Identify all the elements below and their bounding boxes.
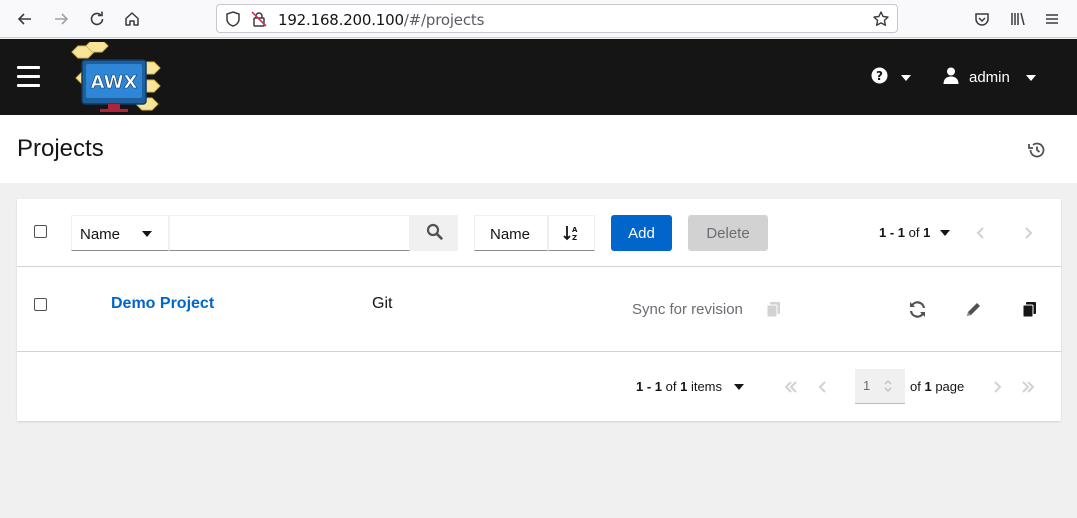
url-path: /#/projects xyxy=(403,11,485,29)
app-masthead: AWX ? admin xyxy=(0,39,1077,115)
help-caret-icon[interactable] xyxy=(901,75,911,81)
home-icon[interactable] xyxy=(122,9,142,29)
table-row: Demo Project Git Sync for revision xyxy=(17,267,1061,352)
last-page-icon[interactable] xyxy=(1020,379,1036,395)
page-count-text: of 1 page xyxy=(910,379,964,394)
chevron-down-icon xyxy=(940,229,951,236)
page-suffix: page xyxy=(931,379,965,394)
next-page-bottom-icon[interactable] xyxy=(989,379,1005,395)
user-menu[interactable]: admin xyxy=(943,67,1036,88)
url-host: 192.168.200.100 xyxy=(278,11,404,29)
edit-icon[interactable] xyxy=(963,299,983,319)
filter-field-label: Name xyxy=(80,226,121,243)
spinner-icon[interactable] xyxy=(883,377,893,395)
copy-icon[interactable] xyxy=(1019,299,1039,319)
search-button[interactable] xyxy=(410,215,458,251)
svg-text:A: A xyxy=(572,226,578,234)
next-page-icon[interactable] xyxy=(1020,225,1036,241)
prev-page-icon[interactable] xyxy=(973,225,989,241)
pocket-icon[interactable] xyxy=(972,9,992,29)
items-range: 1 - 1 xyxy=(636,379,663,394)
table-footer: 1 - 1 of 1 items 1 of 1 page xyxy=(17,352,1061,421)
search-icon xyxy=(426,223,443,240)
select-all-checkbox[interactable] xyxy=(34,225,47,238)
project-revision: Sync for revision xyxy=(632,301,743,318)
hamburger-icon[interactable] xyxy=(17,66,40,87)
sync-icon[interactable] xyxy=(907,299,927,319)
page-count: 1 xyxy=(924,379,932,394)
copy-revision-icon xyxy=(763,299,783,319)
help-icon[interactable]: ? xyxy=(871,67,888,89)
user-icon xyxy=(943,67,959,88)
insecure-lock-icon[interactable] xyxy=(249,9,269,29)
add-button[interactable]: Add xyxy=(611,215,672,251)
pagination-toggle[interactable]: 1 - 1 of 1 xyxy=(879,225,951,240)
project-name-link[interactable]: Demo Project xyxy=(111,295,214,313)
library-icon[interactable] xyxy=(1008,9,1028,29)
items-total: 1 xyxy=(680,379,688,394)
sort-field-select[interactable]: Name xyxy=(474,215,548,251)
projects-toolbar: Name Name A Z Add Delete 1 - 1 of 1 xyxy=(17,199,1061,267)
pagination-range: 1 - 1 xyxy=(879,225,906,240)
chevron-down-icon xyxy=(142,231,152,237)
help-menu[interactable]: ? xyxy=(871,67,911,89)
svg-text:?: ? xyxy=(876,69,883,83)
page-header: Projects xyxy=(0,115,1077,183)
current-page-value: 1 xyxy=(863,378,871,393)
prev-page-bottom-icon[interactable] xyxy=(815,379,831,395)
bookmark-star-icon[interactable] xyxy=(871,9,891,29)
url-text: 192.168.200.100/#/projects xyxy=(278,11,484,29)
items-of: of xyxy=(662,379,681,394)
user-name[interactable]: admin xyxy=(969,69,1010,86)
history-icon[interactable] xyxy=(1026,139,1048,161)
awx-logo[interactable]: AWX xyxy=(64,39,166,114)
back-icon[interactable] xyxy=(15,9,35,29)
bottom-pagination-toggle[interactable]: 1 - 1 of 1 items xyxy=(636,379,744,394)
delete-button: Delete xyxy=(688,215,768,251)
chevron-down-icon xyxy=(734,383,744,390)
items-label: items xyxy=(687,379,722,394)
sort-alpha-icon: A Z xyxy=(563,226,578,242)
projects-card: Name Name A Z Add Delete 1 - 1 of 1 Demo… xyxy=(17,199,1061,421)
search-input[interactable] xyxy=(169,215,410,251)
menu-icon[interactable] xyxy=(1042,9,1062,29)
sort-direction-button[interactable]: A Z xyxy=(548,215,595,251)
reload-icon[interactable] xyxy=(87,9,107,29)
first-page-icon[interactable] xyxy=(783,379,799,395)
shield-icon[interactable] xyxy=(223,9,243,29)
pagination-of: of xyxy=(905,225,924,240)
user-caret-icon[interactable] xyxy=(1025,74,1036,81)
page-title: Projects xyxy=(17,135,104,162)
pagination-total: 1 xyxy=(923,225,931,240)
of-page-prefix: of xyxy=(910,379,925,394)
browser-toolbar: 192.168.200.100/#/projects xyxy=(0,0,1077,38)
url-bar[interactable]: 192.168.200.100/#/projects xyxy=(216,4,898,33)
awx-logo-text: AWX xyxy=(91,72,138,93)
row-select-checkbox[interactable] xyxy=(34,298,47,311)
forward-icon[interactable] xyxy=(51,9,71,29)
current-page-input[interactable]: 1 xyxy=(855,369,905,404)
project-scm-type: Git xyxy=(372,295,393,312)
svg-text:Z: Z xyxy=(572,234,577,242)
sort-field-label: Name xyxy=(490,226,531,243)
filter-field-select[interactable]: Name xyxy=(71,215,169,251)
